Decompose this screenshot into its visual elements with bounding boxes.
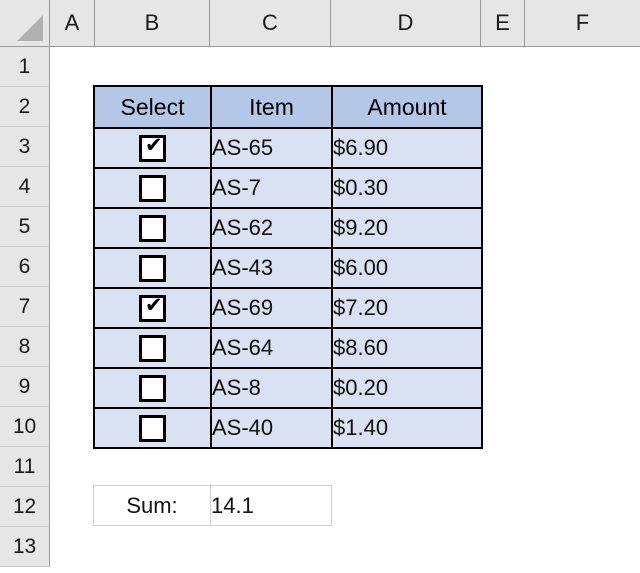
table-row: AS-40 $1.40: [93, 407, 483, 449]
row-header-5-label: 5: [18, 214, 31, 238]
row-header-5[interactable]: 5: [0, 207, 50, 247]
checkbox-cell[interactable]: ✔: [93, 127, 212, 169]
row-header-9-label: 9: [18, 374, 31, 398]
item-cell[interactable]: AS-8: [210, 367, 333, 409]
column-header-a-label: A: [64, 10, 80, 35]
row-header-11-label: 11: [13, 454, 36, 478]
checkbox-icon[interactable]: ✔: [139, 292, 166, 322]
checkbox-cell[interactable]: [93, 207, 212, 249]
column-header-f-label: F: [575, 10, 590, 35]
checkbox-cell[interactable]: [93, 327, 212, 369]
checkbox-icon[interactable]: [139, 334, 166, 362]
selection-table: Select Item Amount ✔ AS-65 $6.90 AS-7 $0…: [93, 85, 483, 449]
column-header-f[interactable]: F: [525, 0, 640, 46]
row-header-3-label: 3: [18, 134, 31, 158]
sum-value[interactable]: 14.1: [210, 485, 332, 526]
row-header-12[interactable]: 12: [0, 487, 50, 527]
amount-cell[interactable]: $6.90: [331, 127, 483, 169]
sum-table: Sum: 14.1: [93, 485, 332, 526]
item-cell[interactable]: AS-7: [210, 167, 333, 209]
checkbox-cell[interactable]: [93, 247, 212, 289]
item-cell[interactable]: AS-65: [210, 127, 333, 169]
column-header-select: Select: [93, 85, 212, 129]
table-row: ✔ AS-69 $7.20: [93, 287, 483, 329]
item-cell[interactable]: AS-40: [210, 407, 333, 449]
table-body: ✔ AS-65 $6.90 AS-7 $0.30 AS-62 $9.20 AS-…: [93, 127, 483, 449]
table-row: AS-43 $6.00: [93, 247, 483, 289]
row-header-8-label: 8: [18, 334, 31, 358]
column-header-amount: Amount: [331, 85, 483, 129]
checkbox-cell[interactable]: [93, 367, 212, 409]
select-all-triangle-icon: [17, 15, 43, 41]
checkbox-icon[interactable]: [139, 174, 166, 202]
sum-label[interactable]: Sum:: [93, 485, 211, 526]
item-cell[interactable]: AS-62: [210, 207, 333, 249]
table-row: ✔ AS-65 $6.90: [93, 127, 483, 169]
row-header-4-label: 4: [18, 174, 31, 198]
row-header-6[interactable]: 6: [0, 247, 50, 287]
amount-cell[interactable]: $9.20: [331, 207, 483, 249]
column-header-b-label: B: [144, 10, 160, 35]
column-header-b[interactable]: B: [95, 0, 210, 46]
row-header-7-label: 7: [18, 294, 31, 318]
row-header-11[interactable]: 11: [0, 447, 50, 487]
amount-cell[interactable]: $0.30: [331, 167, 483, 209]
checkbox-icon[interactable]: [139, 374, 166, 402]
sum-row: Sum: 14.1: [93, 485, 332, 526]
checkbox-cell[interactable]: [93, 407, 212, 449]
row-header-1[interactable]: 1: [0, 47, 50, 87]
row-header-7[interactable]: 7: [0, 287, 50, 327]
item-cell[interactable]: AS-69: [210, 287, 333, 329]
checkbox-icon[interactable]: [139, 414, 166, 442]
column-header-d[interactable]: D: [331, 0, 481, 46]
row-header-2[interactable]: 2: [0, 87, 50, 127]
column-header-a[interactable]: A: [50, 0, 95, 46]
row-header-10-label: 10: [12, 414, 37, 438]
row-header-12-label: 12: [12, 494, 37, 518]
table-row: AS-62 $9.20: [93, 207, 483, 249]
checkbox-cell[interactable]: [93, 167, 212, 209]
amount-cell[interactable]: $0.20: [331, 367, 483, 409]
checkbox-icon[interactable]: ✔: [139, 132, 166, 162]
checkbox-icon[interactable]: [139, 214, 166, 242]
amount-cell[interactable]: $1.40: [331, 407, 483, 449]
column-header-c[interactable]: C: [210, 0, 331, 46]
amount-cell[interactable]: $7.20: [331, 287, 483, 329]
column-header-e-label: E: [495, 10, 510, 35]
row-header-6-label: 6: [18, 254, 31, 278]
column-header-c-label: C: [262, 10, 278, 35]
select-all-corner[interactable]: [0, 0, 50, 46]
checkmark-icon: ✔: [145, 292, 163, 317]
table-row: AS-64 $8.60: [93, 327, 483, 369]
row-header-8[interactable]: 8: [0, 327, 50, 367]
item-cell[interactable]: AS-43: [210, 247, 333, 289]
table-row: AS-7 $0.30: [93, 167, 483, 209]
row-header-13[interactable]: 13: [0, 527, 50, 567]
checkmark-icon: ✔: [145, 132, 163, 157]
column-header-d-label: D: [397, 10, 414, 35]
amount-cell[interactable]: $6.00: [331, 247, 483, 289]
table-header-row: Select Item Amount: [93, 85, 483, 129]
amount-cell[interactable]: $8.60: [331, 327, 483, 369]
row-header-4[interactable]: 4: [0, 167, 50, 207]
checkbox-cell[interactable]: ✔: [93, 287, 212, 329]
row-header-13-label: 13: [12, 534, 37, 558]
row-header-2-label: 2: [18, 94, 31, 118]
item-cell[interactable]: AS-64: [210, 327, 333, 369]
checkbox-icon[interactable]: [139, 254, 166, 282]
row-header-3[interactable]: 3: [0, 127, 50, 167]
column-header-strip: A B C D E F: [0, 0, 640, 47]
row-header-10[interactable]: 10: [0, 407, 50, 447]
row-header-9[interactable]: 9: [0, 367, 50, 407]
row-header-1-label: 1: [18, 54, 31, 78]
column-header-e[interactable]: E: [481, 0, 525, 46]
spreadsheet-sheet: A B C D E F 1 2 3 4 5 6 7 8 9 10 11 12 1…: [0, 0, 640, 573]
column-header-item: Item: [210, 85, 333, 129]
table-row: AS-8 $0.20: [93, 367, 483, 409]
